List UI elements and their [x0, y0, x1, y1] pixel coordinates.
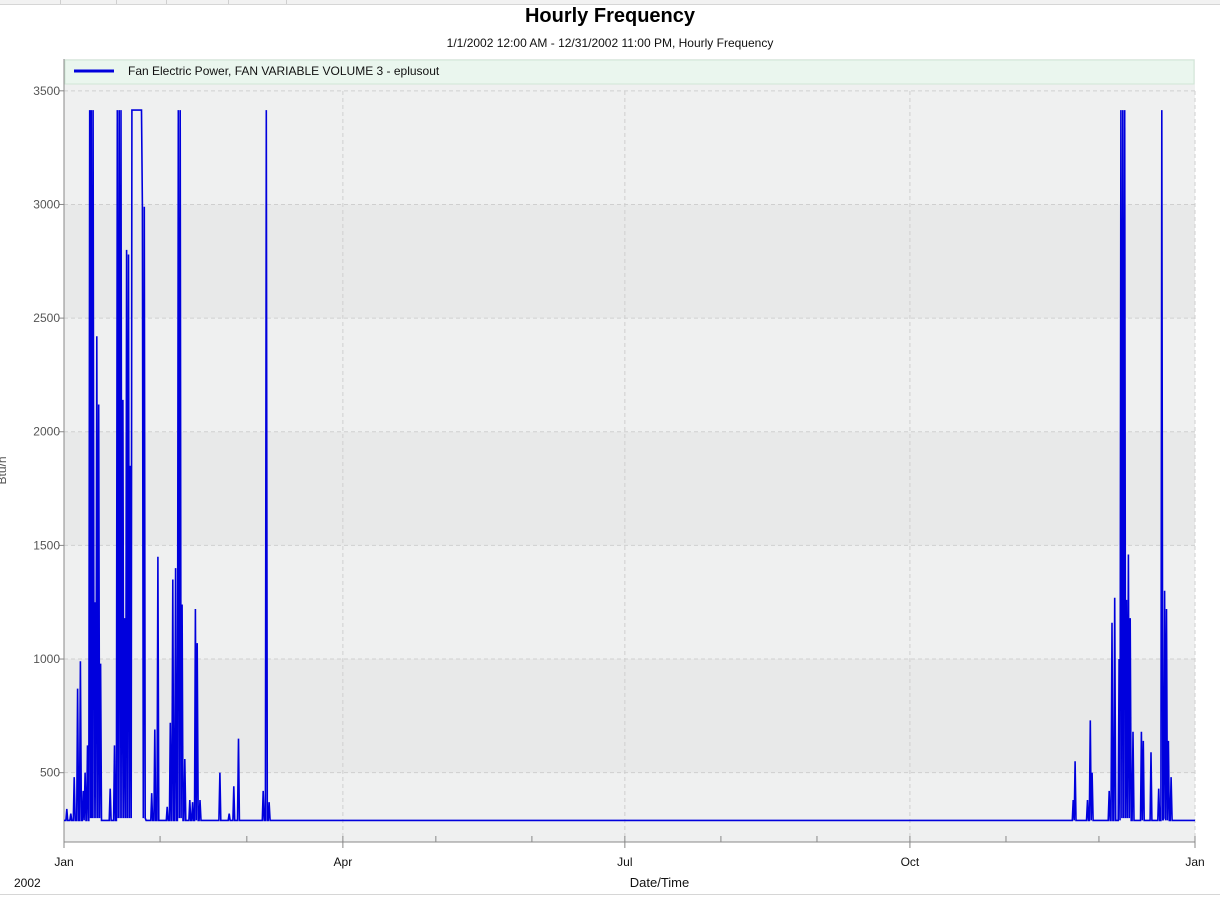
plot-band [64, 318, 1195, 432]
chart: 500 1000 1500 2000 2500 3000 3500 Jan Apr Jul Oct J… [0, 59, 1205, 890]
y-tick-label: 2500 [33, 311, 60, 325]
plot-band [64, 659, 1195, 773]
x-axis-title: Date/Time [630, 875, 689, 890]
x-tick-label: Jan [54, 855, 73, 869]
plot-band [64, 545, 1195, 660]
plot-band [64, 91, 1195, 205]
y-tick-label: 1500 [33, 538, 60, 552]
y-tick-label: 3500 [33, 84, 60, 98]
x-tick-label: Jul [617, 855, 632, 869]
legend-label: Fan Electric Power, FAN VARIABLE VOLUME … [128, 64, 440, 78]
year-label: 2002 [14, 876, 41, 890]
x-tick-label: Jan [1185, 855, 1204, 869]
x-tick-label: Apr [334, 855, 353, 869]
y-tick-label: 500 [40, 766, 60, 780]
plot-band [64, 204, 1195, 319]
y-tick-label: 2000 [33, 425, 60, 439]
y-axis-title: Btu/h [0, 456, 9, 484]
x-tick-label: Oct [901, 855, 920, 869]
plot-band [64, 431, 1195, 546]
bottom-border [0, 894, 1220, 895]
y-tick-label: 1000 [33, 652, 60, 666]
y-tick-label: 3000 [33, 197, 60, 211]
